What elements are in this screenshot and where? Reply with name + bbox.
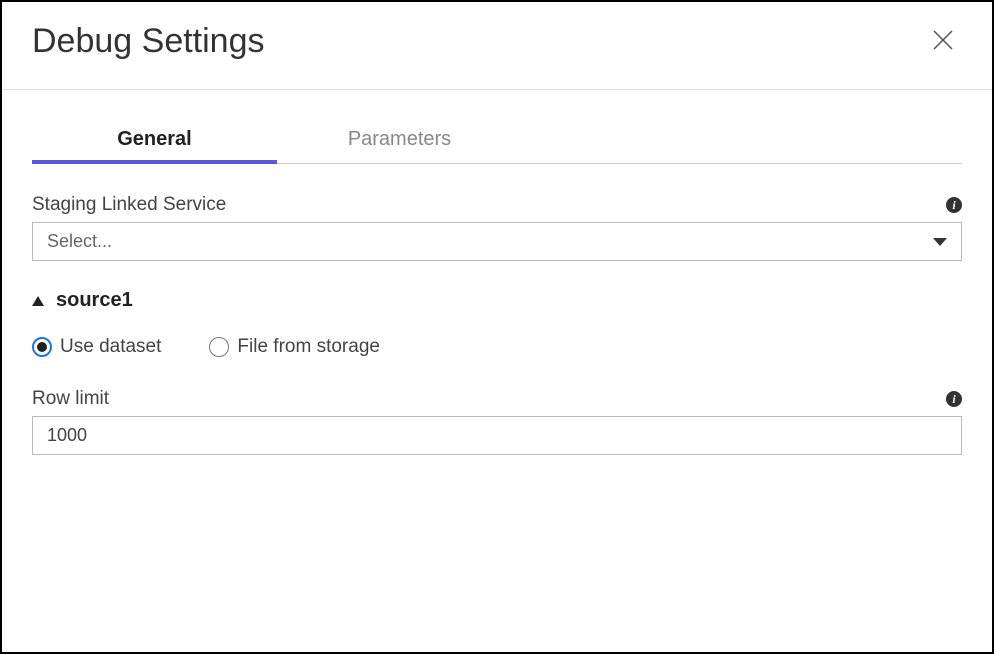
radio-use-dataset-label: Use dataset: [60, 336, 161, 358]
radio-circle-selected: [32, 337, 52, 357]
staging-linked-service-select[interactable]: Select...: [32, 222, 962, 261]
radio-file-storage-label: File from storage: [237, 336, 380, 358]
row-limit-label: Row limit: [32, 388, 109, 410]
radio-dot-icon: [37, 342, 47, 352]
tab-general[interactable]: General: [32, 118, 277, 163]
collapse-caret-icon: [32, 296, 44, 306]
staging-linked-service-label: Staging Linked Service: [32, 194, 226, 216]
header-divider: [2, 89, 992, 90]
info-icon[interactable]: i: [946, 197, 962, 213]
close-icon: [932, 29, 954, 51]
info-icon[interactable]: i: [946, 391, 962, 407]
source-section-toggle[interactable]: source1: [32, 289, 962, 312]
chevron-down-icon: [933, 238, 947, 246]
row-limit-input[interactable]: [32, 416, 962, 455]
radio-circle-unselected: [209, 337, 229, 357]
tab-parameters[interactable]: Parameters: [277, 118, 522, 163]
select-placeholder: Select...: [47, 231, 112, 252]
close-button[interactable]: [924, 25, 962, 59]
dialog-title: Debug Settings: [32, 22, 265, 61]
radio-file-from-storage[interactable]: File from storage: [209, 336, 380, 358]
tab-bar: General Parameters: [32, 118, 962, 164]
source-name: source1: [56, 289, 133, 312]
radio-use-dataset[interactable]: Use dataset: [32, 336, 161, 358]
